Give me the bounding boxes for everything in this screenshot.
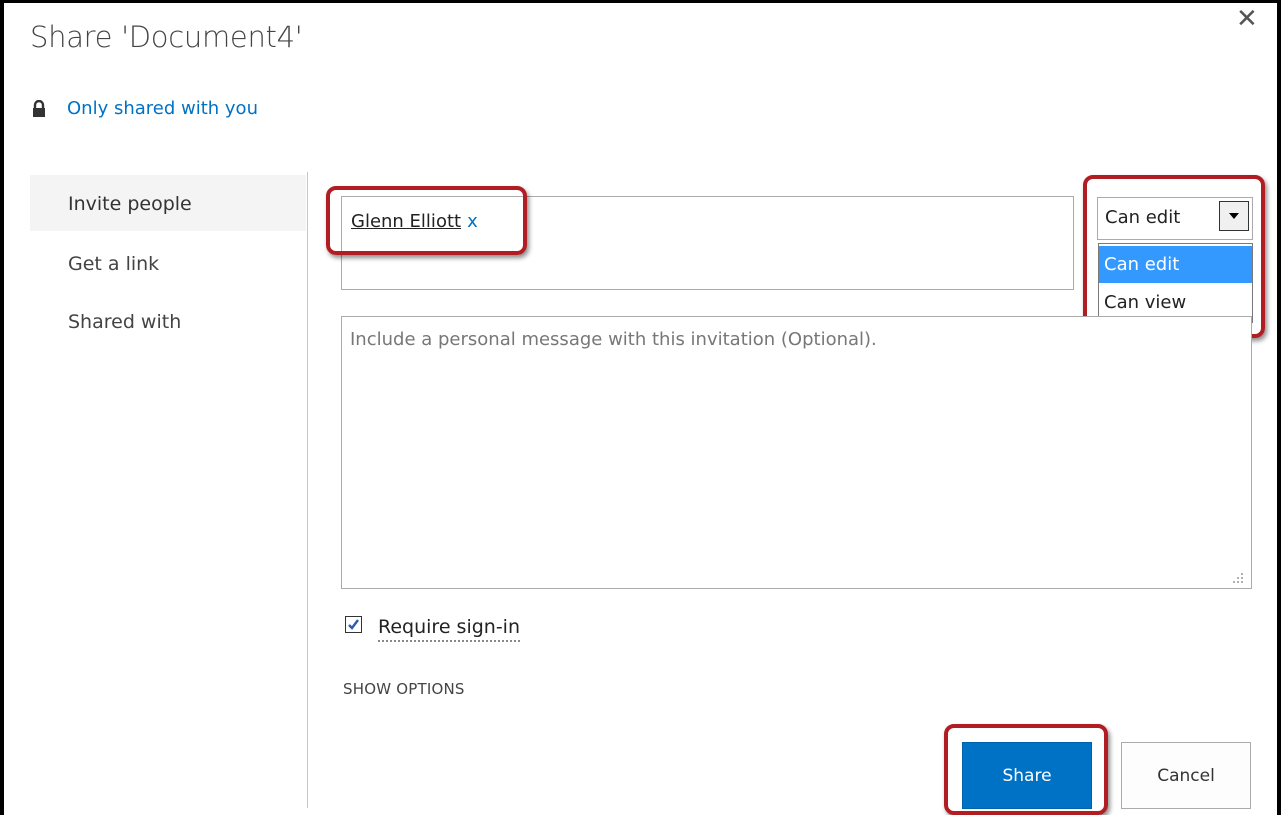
require-signin-checkbox[interactable] xyxy=(345,616,362,633)
lock-icon xyxy=(33,100,45,117)
nav-divider xyxy=(307,172,308,808)
nav-item-shared-with[interactable]: Shared with xyxy=(30,293,306,349)
require-signin-label[interactable]: Require sign-in xyxy=(378,616,520,642)
remove-person-button[interactable]: x xyxy=(467,211,478,232)
sharing-status-link[interactable]: Only shared with you xyxy=(67,98,258,119)
permission-option-can-edit[interactable]: Can edit xyxy=(1099,246,1252,283)
nav-item-invite-people[interactable]: Invite people xyxy=(30,175,306,231)
nav-item-get-a-link[interactable]: Get a link xyxy=(30,235,306,291)
cancel-button[interactable]: Cancel xyxy=(1121,742,1251,809)
person-chip: Glenn Elliott x xyxy=(351,211,478,232)
personal-message-input[interactable] xyxy=(341,316,1252,589)
permission-select[interactable]: Can edit xyxy=(1097,197,1253,240)
dialog-title: Share 'Document4' xyxy=(30,20,303,54)
resize-grip-icon[interactable] xyxy=(1232,572,1244,584)
share-button[interactable]: Share xyxy=(962,742,1092,809)
checkmark-icon xyxy=(348,619,359,630)
permission-dropdown-list: Can edit Can view xyxy=(1098,243,1253,323)
chevron-down-icon[interactable] xyxy=(1219,201,1249,231)
person-name-link[interactable]: Glenn Elliott xyxy=(351,211,461,232)
close-icon[interactable]: ✕ xyxy=(1236,6,1258,32)
permission-selected-value: Can edit xyxy=(1105,207,1181,228)
show-options-link[interactable]: SHOW OPTIONS xyxy=(343,680,465,698)
